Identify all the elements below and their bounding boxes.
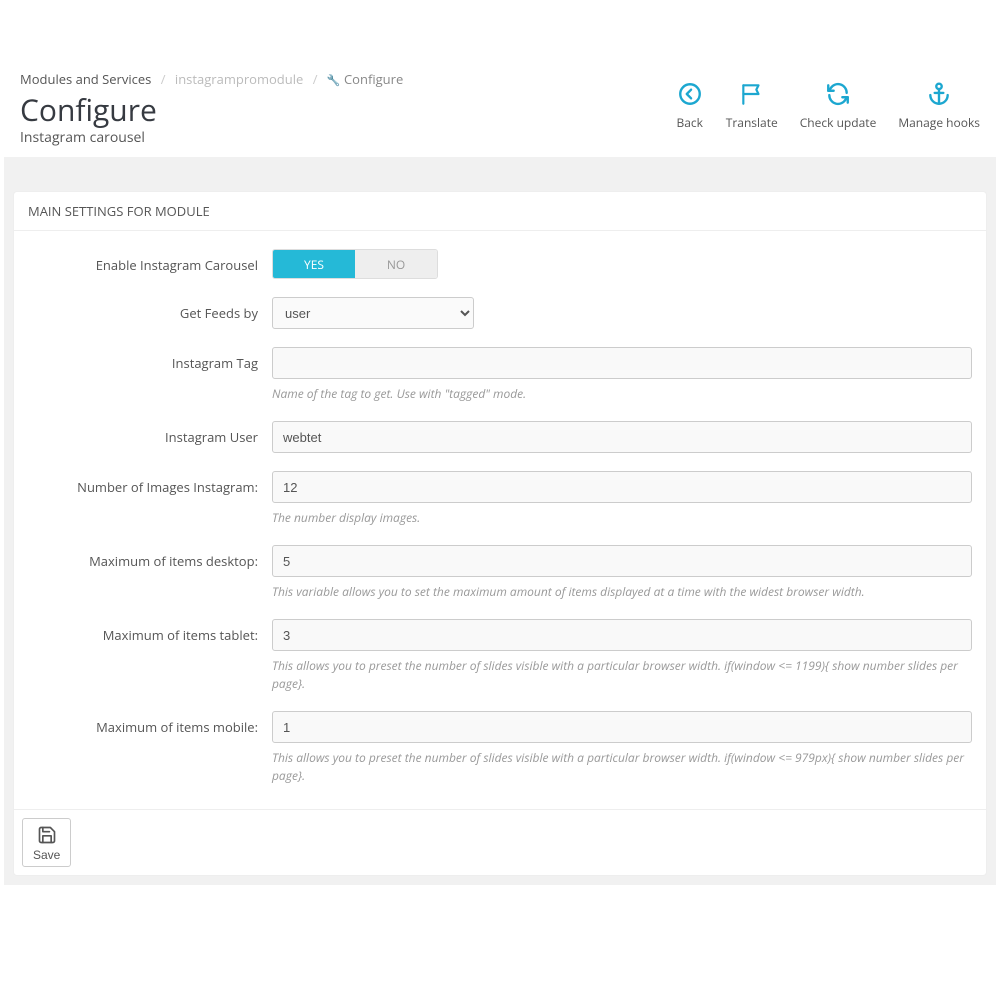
breadcrumb-root[interactable]: Modules and Services — [20, 70, 151, 88]
manage-hooks-button[interactable]: Manage hooks — [898, 80, 980, 131]
max-tablet-input[interactable] — [272, 619, 972, 651]
panel-footer: Save — [14, 809, 986, 875]
feeds-by-select[interactable]: user — [272, 297, 474, 329]
breadcrumb-action: Configure — [344, 70, 403, 88]
wrench-icon: 🔧 — [327, 73, 341, 88]
max-tablet-help: This allows you to preset the number of … — [272, 657, 972, 693]
instagram-tag-input[interactable] — [272, 347, 972, 379]
max-desktop-label: Maximum of items desktop: — [28, 545, 272, 570]
feeds-by-label: Get Feeds by — [28, 297, 272, 322]
back-button[interactable]: Back — [676, 80, 704, 131]
instagram-user-label: Instagram User — [28, 421, 272, 446]
max-mobile-help: This allows you to preset the number of … — [272, 749, 972, 785]
max-mobile-input[interactable] — [272, 711, 972, 743]
enable-yes[interactable]: YES — [273, 250, 355, 278]
page-header: Modules and Services / instagrampromodul… — [0, 0, 1000, 157]
save-button[interactable]: Save — [22, 818, 71, 867]
check-update-button[interactable]: Check update — [800, 80, 877, 131]
max-desktop-input[interactable] — [272, 545, 972, 577]
max-tablet-label: Maximum of items tablet: — [28, 619, 272, 644]
enable-toggle[interactable]: YES NO — [272, 249, 438, 279]
instagram-tag-help: Name of the tag to get. Use with "tagged… — [272, 385, 972, 403]
max-mobile-label: Maximum of items mobile: — [28, 711, 272, 736]
num-images-label: Number of Images Instagram: — [28, 471, 272, 496]
enable-label: Enable Instagram Carousel — [28, 249, 272, 274]
panel-heading: MAIN SETTINGS FOR MODULE — [14, 192, 986, 231]
toolbar: Back Translate Check update Manage hooks — [676, 80, 980, 131]
max-desktop-help: This variable allows you to set the maxi… — [272, 583, 972, 601]
refresh-icon — [824, 80, 852, 108]
instagram-tag-label: Instagram Tag — [28, 347, 272, 372]
translate-button[interactable]: Translate — [726, 80, 778, 131]
anchor-icon — [925, 80, 953, 108]
num-images-input[interactable] — [272, 471, 972, 503]
flag-icon — [738, 80, 766, 108]
settings-panel: MAIN SETTINGS FOR MODULE Enable Instagra… — [13, 191, 987, 876]
enable-no[interactable]: NO — [355, 250, 437, 278]
save-icon — [37, 825, 57, 848]
instagram-user-input[interactable] — [272, 421, 972, 453]
num-images-help: The number display images. — [272, 509, 972, 527]
breadcrumb-module: instagrampromodule — [175, 70, 303, 88]
arrow-left-circle-icon — [676, 80, 704, 108]
